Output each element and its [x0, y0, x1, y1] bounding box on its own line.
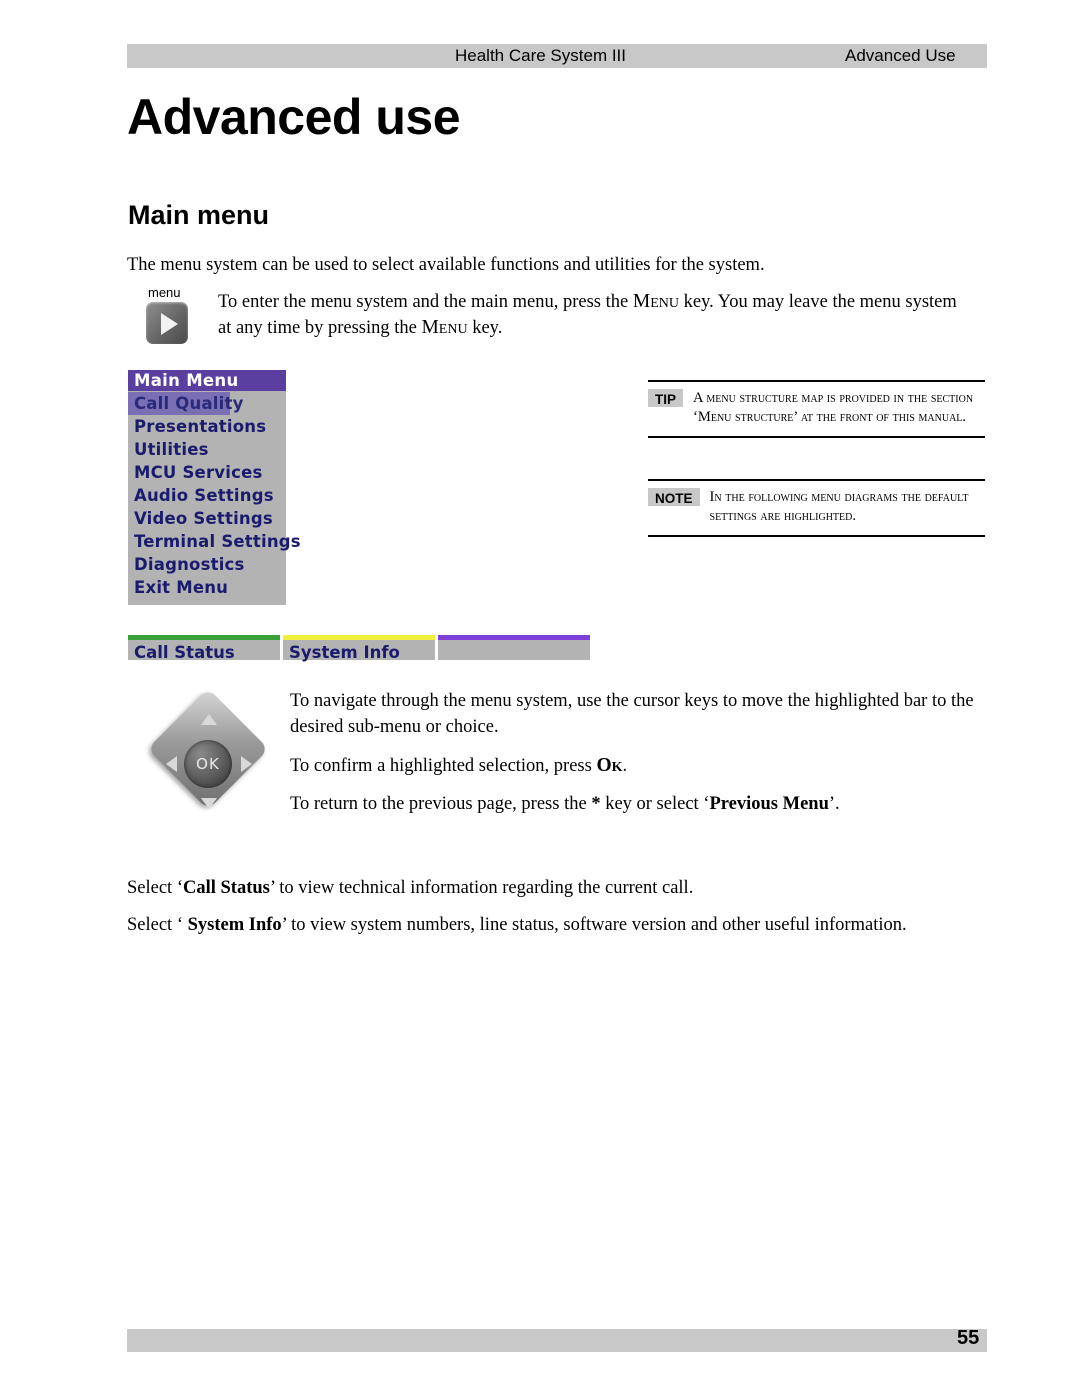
previous-menu-paragraph: To return to the previous page, press th… — [290, 791, 980, 817]
call-status-paragraph: Select ‘Call Status’ to view technical i… — [127, 875, 987, 901]
note-text: In the following menu diagrams the defau… — [709, 489, 969, 524]
menu-item-call-quality[interactable]: Call Quality — [128, 392, 243, 415]
tip-badge: TIP — [648, 389, 684, 407]
menu-key-icon-label: menu — [148, 285, 181, 300]
page-title: Advanced use — [127, 89, 461, 145]
previous-menu-bold: Previous Menu — [709, 794, 829, 814]
play-triangle-icon — [161, 313, 178, 335]
navigation-pad-icon: OK — [147, 688, 283, 830]
page-number: 55 — [957, 1327, 980, 1349]
previous-text-1: To return to the previous page, press th… — [290, 794, 592, 814]
confirm-text-2: . — [622, 756, 628, 776]
main-menu-status-tabs: Call Status System Info — [128, 635, 590, 662]
system-info-bold: System Info — [187, 915, 282, 935]
menu-item-audio-settings[interactable]: Audio Settings — [128, 484, 286, 507]
arrow-down-icon — [201, 798, 217, 809]
system-info-text-2: ’ to view system numbers, line status, s… — [281, 915, 907, 935]
arrow-up-icon — [201, 714, 217, 725]
menu-key-smallcaps-1: Menu — [632, 291, 679, 312]
tip-bottom-rule — [648, 436, 985, 438]
menu-key-smallcaps-2: Menu — [421, 317, 468, 338]
previous-text-3: ’. — [828, 794, 840, 814]
menu-item-diagnostics[interactable]: Diagnostics — [128, 553, 286, 576]
tab-call-status[interactable]: Call Status — [128, 635, 280, 662]
tab-system-info[interactable]: System Info — [283, 635, 435, 662]
confirm-paragraph: To confirm a highlighted selection, pres… — [290, 753, 980, 779]
call-status-bold: Call Status — [183, 878, 270, 898]
note-bottom-rule — [648, 535, 985, 537]
menu-item-presentations[interactable]: Presentations — [128, 415, 286, 438]
menu-key-paragraph: To enter the menu system and the main me… — [218, 289, 963, 341]
menu-key-text-3: key. — [467, 318, 503, 338]
menu-item-utilities[interactable]: Utilities — [128, 438, 286, 461]
call-status-text-1: Select ‘ — [127, 878, 183, 898]
page-footer-bar — [127, 1329, 987, 1352]
menu-item-mcu-services[interactable]: MCU Services — [128, 461, 286, 484]
ok-button-label: OK — [196, 755, 220, 773]
main-menu-title: Main Menu — [128, 370, 286, 391]
previous-text-2: key or select ‘ — [600, 794, 710, 814]
system-info-text-1: Select ‘ — [127, 915, 188, 935]
intro-paragraph: The menu system can be used to select av… — [127, 255, 765, 275]
note-callout: NOTE In the following menu diagrams the … — [648, 479, 985, 537]
menu-key-icon: menu — [146, 285, 208, 347]
main-menu-screenshot: Main Menu Call Quality Presentations Uti… — [128, 370, 301, 605]
navigate-paragraph: To navigate through the menu system, use… — [290, 691, 974, 737]
menu-item-video-settings[interactable]: Video Settings — [128, 507, 286, 530]
arrow-right-icon — [241, 756, 252, 772]
section-heading: Main menu — [128, 200, 270, 230]
tab-empty[interactable] — [438, 635, 590, 660]
menu-item-terminal-settings[interactable]: Terminal Settings — [128, 530, 301, 553]
header-title: Health Care System III — [455, 46, 627, 65]
arrow-left-icon — [166, 756, 177, 772]
confirm-text-1: To confirm a highlighted selection, pres… — [290, 756, 597, 776]
tip-callout: TIP A menu structure map is provided in … — [648, 380, 985, 438]
menu-item-exit-menu[interactable]: Exit Menu — [128, 576, 286, 599]
menu-key-text-1: To enter the menu system and the main me… — [218, 292, 633, 312]
previous-star: * — [591, 794, 601, 814]
note-badge: NOTE — [648, 488, 700, 506]
call-status-text-2: ’ to view technical information regardin… — [269, 878, 694, 898]
system-info-paragraph: Select ‘ System Info’ to view system num… — [127, 912, 1007, 938]
tip-text: A menu structure map is provided in the … — [693, 390, 974, 425]
confirm-ok-smallcaps: Ok — [596, 755, 623, 776]
main-menu-list: Call Quality Presentations Utilities MCU… — [128, 391, 301, 605]
header-section: Advanced Use — [845, 46, 956, 65]
